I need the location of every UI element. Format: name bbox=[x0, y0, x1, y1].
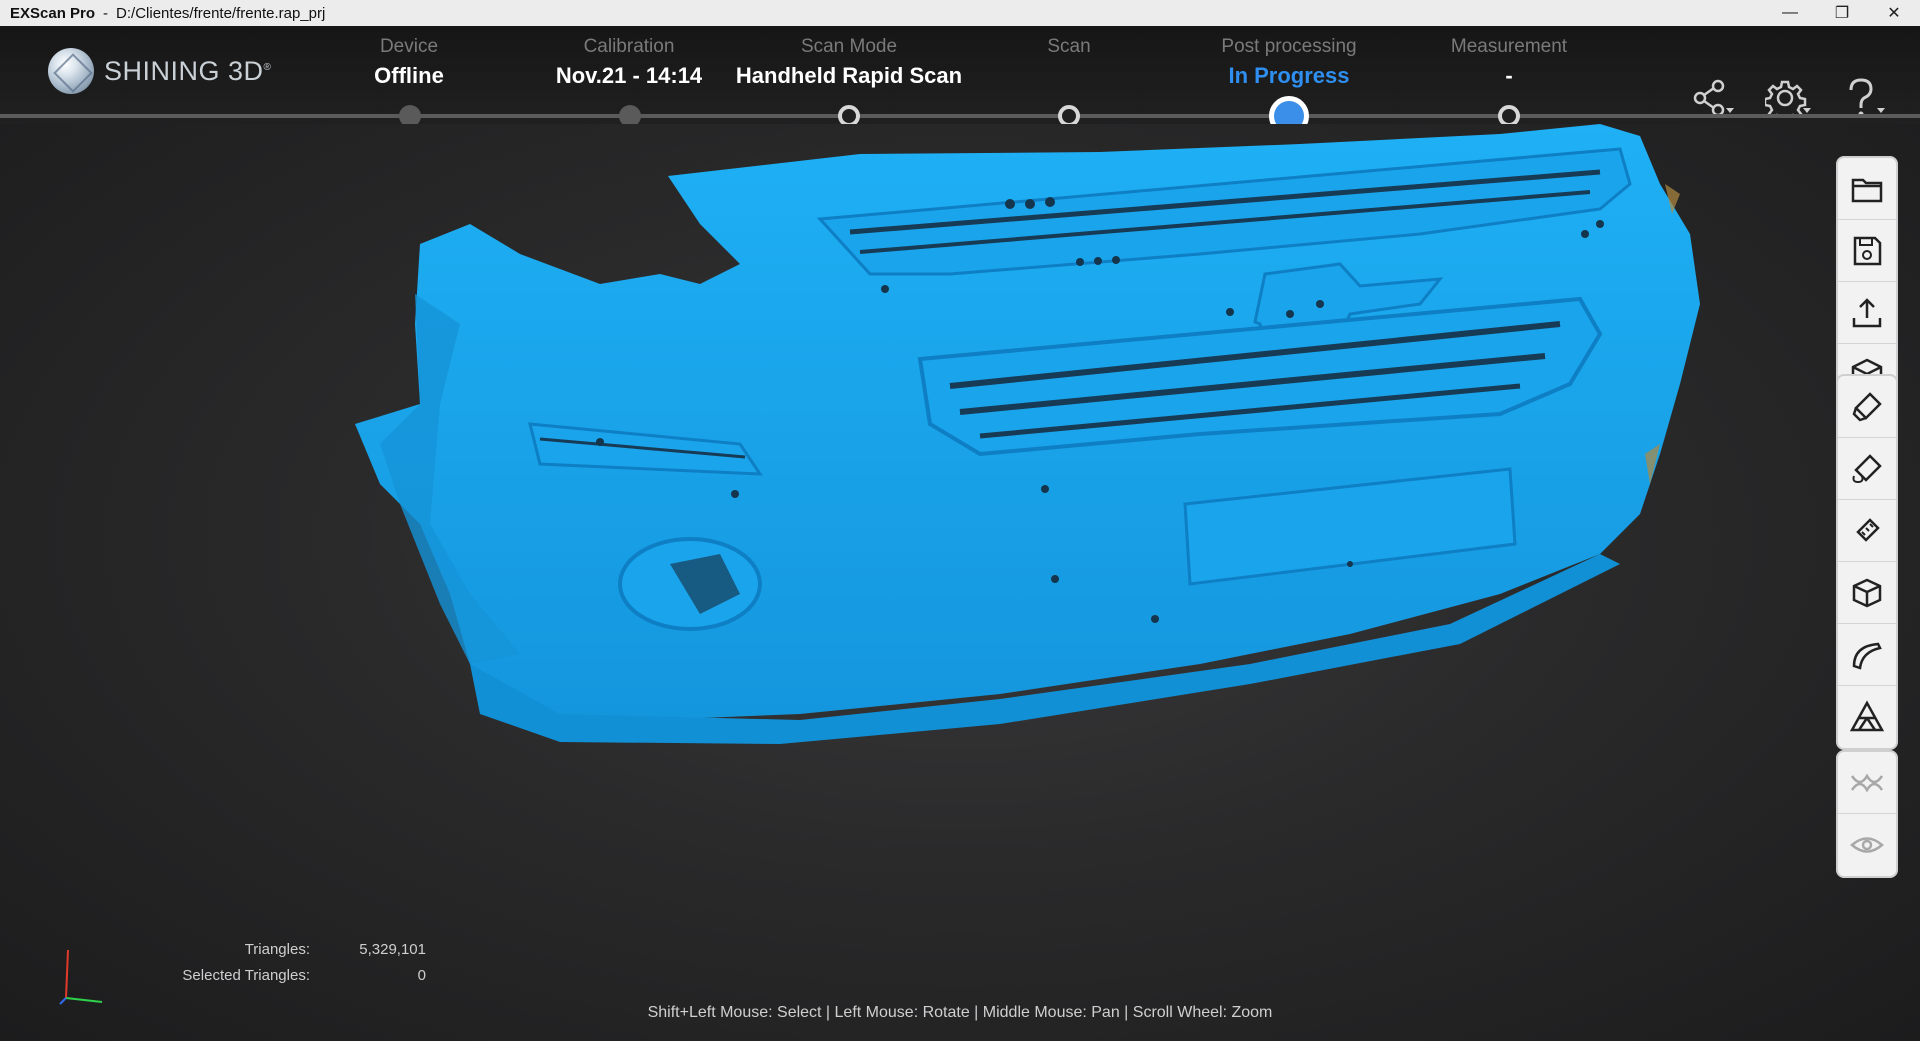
mesh-triangle-icon[interactable] bbox=[1838, 686, 1896, 748]
open-folder-icon[interactable] bbox=[1838, 158, 1896, 220]
title-bar: EXScan Pro - D:/Clientes/frente/frente.r… bbox=[0, 0, 1920, 26]
project-path: D:/Clientes/frente/frente.rap_prj bbox=[116, 4, 326, 22]
brand-name: SHINING 3D® bbox=[104, 55, 272, 86]
app-name: EXScan Pro bbox=[10, 4, 96, 22]
mouse-controls-hint: Shift+Left Mouse: Select | Left Mouse: R… bbox=[647, 1004, 1273, 1021]
restore-button[interactable]: ❐ bbox=[1816, 0, 1868, 26]
edit-toolbar bbox=[1836, 374, 1898, 750]
step-value: Handheld Rapid Scan bbox=[735, 63, 963, 88]
fill-icon[interactable] bbox=[1838, 438, 1896, 500]
step-label: Measurement bbox=[1450, 36, 1568, 57]
scanned-bumper-mesh[interactable] bbox=[0, 124, 1920, 1041]
window-controls: — ❐ ✕ bbox=[1764, 0, 1920, 26]
save-icon[interactable] bbox=[1838, 220, 1896, 282]
file-toolbar bbox=[1836, 156, 1898, 408]
mesh-stats: Triangles: 5,329,101 Selected Triangles:… bbox=[150, 936, 426, 988]
close-button[interactable]: ✕ bbox=[1868, 0, 1920, 26]
export-icon[interactable] bbox=[1838, 282, 1896, 344]
selected-triangles-label: Selected Triangles: bbox=[182, 966, 310, 984]
workflow-header: SHINING 3D® Device Offline Calibration N… bbox=[0, 26, 1920, 136]
view-toolbar bbox=[1836, 750, 1898, 878]
erase-icon[interactable] bbox=[1838, 376, 1896, 438]
marker-icon[interactable] bbox=[1838, 500, 1896, 562]
3d-viewport[interactable] bbox=[0, 124, 1920, 1041]
curve-icon[interactable] bbox=[1838, 624, 1896, 686]
box-icon[interactable] bbox=[1838, 562, 1896, 624]
wave-icon bbox=[1838, 752, 1896, 814]
visibility-eye-icon bbox=[1838, 814, 1896, 876]
selected-triangles-value: 0 bbox=[417, 966, 426, 984]
triangles-label: Triangles: bbox=[244, 940, 310, 958]
triangles-value: 5,329,101 bbox=[359, 940, 426, 958]
shining3d-logo: SHINING 3D® bbox=[48, 48, 271, 94]
logo-ball-icon bbox=[48, 48, 94, 94]
title-separator: - bbox=[103, 4, 109, 22]
step-measurement[interactable]: Measurement - bbox=[1379, 36, 1639, 89]
step-value: - bbox=[1505, 63, 1513, 88]
minimize-button[interactable]: — bbox=[1764, 0, 1816, 26]
axis-gizmo-icon bbox=[59, 949, 103, 1005]
workflow-progress-line bbox=[0, 114, 1920, 118]
